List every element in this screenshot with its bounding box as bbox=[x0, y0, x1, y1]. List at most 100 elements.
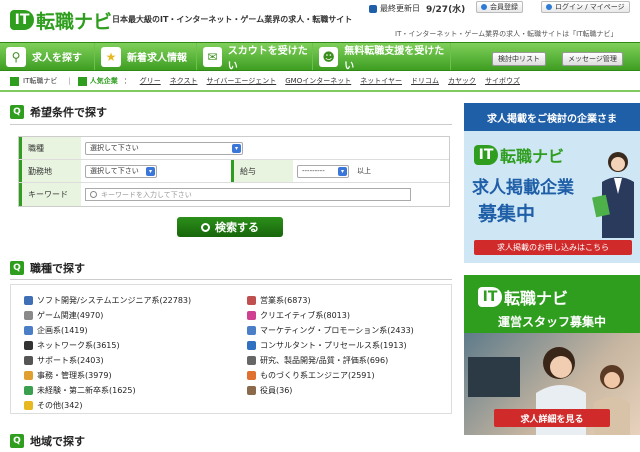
location-label: 勤務地 bbox=[19, 160, 81, 182]
nav-label: 新着求人情報 bbox=[127, 53, 187, 64]
occupation-section-title: Q 職種で探す bbox=[10, 260, 85, 276]
logo-text: 転職ナビ bbox=[504, 289, 569, 308]
employer-banner-line2: 募集中 bbox=[478, 203, 536, 225]
staff-recruit-banner[interactable]: IT 転職ナビ 運営スタッフ募集中 求人詳細を見る bbox=[464, 275, 640, 435]
login-button[interactable]: ログイン / マイページ bbox=[541, 1, 630, 13]
company-link[interactable]: GMOインターネット bbox=[285, 76, 351, 86]
chevron-down-icon: ▾ bbox=[338, 166, 347, 176]
message-management-label: メッセージ管理 bbox=[568, 55, 617, 63]
saved-list-button[interactable]: 検討中リスト bbox=[492, 52, 546, 66]
occupation-row: 職種 選択して下さい ▾ bbox=[19, 137, 449, 160]
executive-icon bbox=[247, 386, 256, 395]
nav-new-jobs[interactable]: ★ 新着求人情報 bbox=[95, 43, 197, 70]
beginner-icon bbox=[24, 386, 33, 395]
member-register-label: 会員登録 bbox=[490, 3, 518, 11]
company-link[interactable]: サイボウズ bbox=[485, 76, 520, 86]
company-link[interactable]: カヤック bbox=[448, 76, 476, 86]
occupation-link-label: 役員(36) bbox=[260, 386, 293, 395]
staff-recruit-details-button[interactable]: 求人詳細を見る bbox=[494, 409, 610, 427]
updated-date: 9/27(水) bbox=[426, 5, 466, 15]
location-select[interactable]: 選択して下さい ▾ bbox=[85, 164, 157, 178]
banner-logo: IT 転職ナビ bbox=[478, 285, 568, 309]
search-icon bbox=[201, 222, 210, 232]
occupation-link[interactable]: ゲーム関連(4970) bbox=[24, 310, 103, 321]
occupation-link[interactable]: 営業系(6873) bbox=[247, 295, 311, 306]
employer-banner[interactable]: 求人掲載をご検討の企業さま IT 転職ナビ 求人掲載企業 募集中 求人掲載のお申… bbox=[464, 103, 640, 263]
occupation-link[interactable]: ソフト開発/システムエンジニア系(22783) bbox=[24, 295, 191, 306]
occupation-link[interactable]: コンサルタント・プリセールス系(1913) bbox=[247, 340, 407, 351]
briefcase-icon bbox=[247, 296, 256, 305]
chevron-down-icon: ▾ bbox=[146, 166, 155, 176]
site-tagline: 日本最大級のIT・インターネット・ゲーム業界の求人・転職サイト bbox=[112, 15, 353, 24]
game-controller-icon bbox=[24, 311, 33, 320]
message-management-button[interactable]: メッセージ管理 bbox=[562, 52, 623, 66]
member-register-button[interactable]: 会員登録 bbox=[476, 1, 523, 13]
breadcrumb-separator: | bbox=[68, 77, 71, 85]
occupation-link-label: その他(342) bbox=[37, 401, 83, 410]
search-form: 職種 選択して下さい ▾ 勤務地 選択して下さい ▾ 給与 --------- … bbox=[18, 136, 450, 207]
search-icon bbox=[90, 191, 97, 198]
wrench-icon bbox=[247, 371, 256, 380]
support-icon: ☻ bbox=[319, 46, 339, 67]
search-icon: Q bbox=[10, 261, 24, 275]
occupation-link[interactable]: クリエイティブ系(8013) bbox=[247, 310, 350, 321]
occupation-cell: 選択して下さい ▾ bbox=[81, 137, 243, 159]
folder-icon bbox=[24, 401, 33, 410]
search-button-label: 検索する bbox=[215, 221, 259, 234]
employer-banner-head: 求人掲載をご検討の企業さま bbox=[464, 103, 640, 131]
keyword-placeholder: キーワードを入力して下さい bbox=[101, 190, 192, 199]
occupation-link[interactable]: 事務・管理系(3979) bbox=[24, 370, 112, 381]
occupation-link[interactable]: 企画系(1419) bbox=[24, 325, 88, 336]
occupation-link[interactable]: 役員(36) bbox=[247, 385, 292, 396]
nav-career-support[interactable]: ☻ 無料転職支援を受けたい bbox=[313, 43, 451, 72]
logo-it-mark: IT bbox=[478, 287, 502, 307]
search-icon: ⚲ bbox=[6, 46, 26, 67]
occupation-link[interactable]: マーケティング・プロモーション系(2433) bbox=[247, 325, 414, 336]
occupation-link[interactable]: サポート系(2403) bbox=[24, 355, 104, 366]
occupation-link-label: コンサルタント・プリセールス系(1913) bbox=[260, 341, 407, 350]
search-button[interactable]: 検索する bbox=[177, 217, 283, 237]
occupation-link[interactable]: 未経験・第二新卒系(1625) bbox=[24, 385, 136, 396]
occupation-select-value: 選択して下さい bbox=[90, 144, 139, 152]
home-icon bbox=[10, 76, 19, 86]
location-select-value: 選択して下さい bbox=[90, 167, 139, 175]
headset-icon bbox=[24, 356, 33, 365]
company-link[interactable]: ドリコム bbox=[411, 76, 439, 86]
occupation-link[interactable]: ものづくり系エンジニア(2591) bbox=[247, 370, 375, 381]
updated-label: 最終更新日 bbox=[380, 4, 420, 13]
palette-icon bbox=[247, 311, 256, 320]
region-section-title: Q 地域で探す bbox=[10, 433, 85, 449]
salary-label: 給与 bbox=[231, 160, 293, 182]
logo-text: 転職ナビ bbox=[500, 147, 565, 166]
building-icon bbox=[77, 76, 87, 86]
location-cell: 選択して下さい ▾ bbox=[81, 160, 231, 182]
company-link[interactable]: ネットイヤー bbox=[360, 76, 402, 86]
occupation-select[interactable]: 選択して下さい ▾ bbox=[85, 141, 243, 155]
salary-suffix: 以上 bbox=[357, 167, 371, 175]
occupation-link-label: ネットワーク系(3615) bbox=[37, 341, 120, 350]
nav-label: スカウトを受けたい bbox=[227, 45, 308, 72]
document-icon bbox=[24, 371, 33, 380]
employer-apply-button[interactable]: 求人掲載のお申し込みはこちら bbox=[474, 240, 632, 255]
nav-scout[interactable]: ✉ スカウトを受けたい bbox=[197, 43, 313, 72]
site-logo[interactable]: IT 転職ナビ bbox=[10, 8, 112, 33]
occupation-link[interactable]: その他(342) bbox=[24, 400, 83, 411]
nav-label: 無料転職支援を受けたい bbox=[344, 45, 445, 72]
occupation-link[interactable]: ネットワーク系(3615) bbox=[24, 340, 120, 351]
section-title-text: 職種で探す bbox=[30, 262, 85, 275]
scout-icon: ✉ bbox=[203, 46, 222, 67]
businesswoman-illustration bbox=[592, 152, 634, 238]
breadcrumb-home[interactable]: IT転職ナビ bbox=[23, 76, 57, 86]
monitor-icon bbox=[24, 296, 33, 305]
salary-select[interactable]: --------- ▾ bbox=[297, 164, 349, 178]
megaphone-icon bbox=[247, 326, 256, 335]
keyword-input[interactable]: キーワードを入力して下さい bbox=[85, 188, 411, 201]
occupation-link-label: 企画系(1419) bbox=[37, 326, 88, 335]
network-icon bbox=[24, 341, 33, 350]
company-link[interactable]: サイバーエージェント bbox=[207, 76, 277, 86]
nav-search-jobs[interactable]: ⚲ 求人を探す bbox=[0, 43, 95, 70]
company-link[interactable]: ネクスト bbox=[170, 76, 198, 86]
occupation-link[interactable]: 研究、製品開発/品質・評価系(696) bbox=[247, 355, 388, 366]
company-link[interactable]: グリー bbox=[140, 76, 161, 86]
popular-companies-label: 人気企業 bbox=[77, 76, 118, 86]
